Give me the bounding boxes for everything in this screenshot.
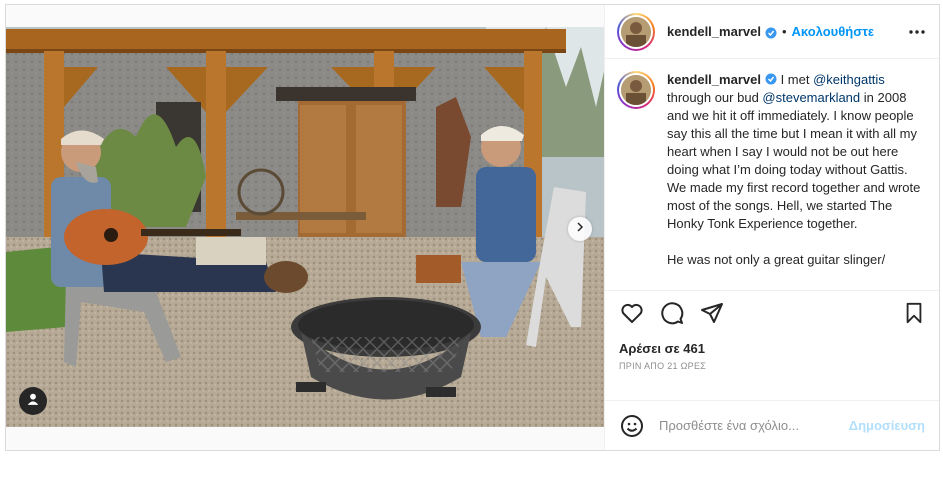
caption-segment: in 2008 and we hit it off immediately. I…	[667, 90, 921, 231]
likes-count[interactable]: Αρέσει σε 461	[605, 341, 939, 356]
comment-box: Δημοσίευση	[605, 400, 939, 450]
post-media	[6, 5, 605, 450]
header-username[interactable]: kendell_marvel	[667, 24, 761, 39]
caption-username[interactable]: kendell_marvel	[667, 72, 761, 87]
header-separator: •	[781, 24, 787, 39]
user-tag-button[interactable]	[19, 387, 47, 415]
caption-text: kendell_marvel I met @keithgattis throug…	[667, 71, 927, 290]
post-header: kendell_marvel • Ακολουθήστε	[605, 5, 939, 59]
comment-icon[interactable]	[659, 300, 685, 326]
post-photo[interactable]	[6, 27, 605, 427]
heart-icon[interactable]	[619, 300, 645, 326]
share-icon[interactable]	[699, 300, 725, 326]
caption-area: kendell_marvel I met @keithgattis throug…	[605, 59, 939, 291]
mention-link[interactable]: @stevemarkland	[762, 90, 860, 105]
post-container: kendell_marvel • Ακολουθήστε kendell_mar…	[5, 4, 940, 451]
next-image-button[interactable]	[568, 217, 592, 241]
mention-link[interactable]: @keithgattis	[813, 72, 885, 87]
user-tag-icon	[26, 392, 40, 411]
emoji-icon[interactable]	[619, 413, 645, 439]
verified-badge-icon	[765, 72, 777, 85]
bookmark-icon[interactable]	[901, 300, 927, 326]
comment-input[interactable]	[659, 418, 839, 433]
avatar[interactable]	[617, 12, 655, 51]
caption-paragraph: He was not only a great guitar slinger/	[667, 252, 886, 267]
caption-avatar[interactable]	[617, 71, 655, 109]
publish-button[interactable]: Δημοσίευση	[849, 418, 925, 433]
caption-segment: I met	[776, 72, 814, 87]
follow-button[interactable]: Ακολουθήστε	[792, 24, 875, 39]
caption-segment: through our bud	[667, 90, 763, 105]
chevron-right-icon	[574, 220, 586, 238]
verified-badge-icon	[765, 26, 777, 38]
post-actions	[605, 291, 939, 335]
more-options-icon[interactable]	[905, 20, 929, 44]
post-side-panel: kendell_marvel • Ακολουθήστε kendell_mar…	[605, 5, 939, 450]
post-time[interactable]: ΠΡΙΝ ΑΠΟ 21 ΩΡΕΣ	[605, 361, 939, 371]
